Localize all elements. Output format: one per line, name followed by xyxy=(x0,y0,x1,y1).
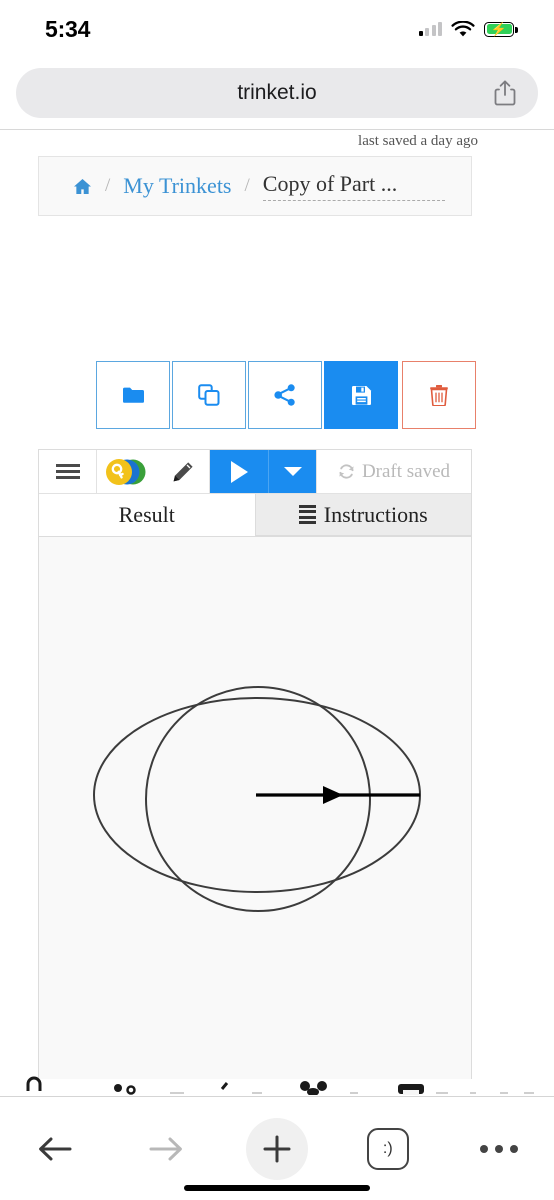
home-icon[interactable] xyxy=(73,178,92,195)
home-indicator xyxy=(184,1185,370,1191)
cutoff-footer-icons xyxy=(0,1073,554,1095)
url-text: trinket.io xyxy=(237,81,317,104)
tab-result[interactable]: Result xyxy=(39,494,255,536)
breadcrumb-separator-2: / xyxy=(244,175,250,196)
url-bar[interactable]: trinket.io xyxy=(16,68,538,118)
last-saved-label: last saved a day ago xyxy=(358,133,478,149)
draft-status-text: Draft saved xyxy=(361,460,451,482)
tab-instructions[interactable]: Instructions xyxy=(254,494,471,536)
pencil-icon[interactable] xyxy=(157,450,210,493)
list-icon xyxy=(298,504,316,525)
share-icon[interactable] xyxy=(494,80,516,106)
more-button[interactable] xyxy=(443,1117,554,1181)
copy-icon xyxy=(198,384,220,406)
turtle-graphics-drawing xyxy=(93,686,421,912)
tab-result-label: Result xyxy=(118,501,175,527)
breadcrumb: / My Trinkets / Copy of Part ... xyxy=(38,156,472,216)
trinket-embed: Draft saved Result Instructions xyxy=(38,449,472,1079)
refresh-icon xyxy=(339,464,354,479)
trinket-title-field[interactable]: Copy of Part ... xyxy=(262,171,445,201)
share-button[interactable] xyxy=(248,361,322,429)
tabs-button[interactable]: :) xyxy=(332,1117,443,1181)
more-ellipsis-icon xyxy=(479,1144,518,1153)
share-nodes-icon xyxy=(274,384,295,406)
forward-button[interactable] xyxy=(111,1117,222,1181)
floppy-disk-icon xyxy=(351,385,371,405)
hamburger-menu-icon[interactable] xyxy=(39,450,97,493)
draft-status: Draft saved xyxy=(316,450,471,493)
battery-charging-icon: ⚡ xyxy=(484,21,518,37)
breadcrumb-separator-1: / xyxy=(105,175,111,196)
new-tab-button[interactable] xyxy=(222,1117,333,1181)
trinket-toolbar: Draft saved xyxy=(39,450,471,494)
result-canvas-panel[interactable] xyxy=(39,536,471,1079)
trinket-tab-bar: Result Instructions xyxy=(39,494,471,536)
wifi-icon xyxy=(451,20,475,36)
safari-bottom-toolbar: :) xyxy=(0,1096,554,1200)
chevron-down-icon[interactable] xyxy=(268,450,316,493)
forward-arrow-icon xyxy=(149,1137,183,1160)
safari-url-bar-container: trinket.io xyxy=(0,68,554,128)
folder-icon xyxy=(123,387,144,403)
save-button[interactable] xyxy=(324,361,398,429)
action-button-row xyxy=(96,361,476,429)
ios-status-bar: 5:34 ⚡ xyxy=(0,0,554,58)
tabs-label: :) xyxy=(382,1139,393,1157)
delete-button[interactable] xyxy=(402,361,476,429)
breadcrumb-my-trinkets[interactable]: My Trinkets xyxy=(123,173,231,199)
play-icon[interactable] xyxy=(210,450,268,493)
status-time: 5:34 xyxy=(45,15,91,42)
tab-instructions-label: Instructions xyxy=(323,501,428,527)
plus-icon xyxy=(245,1117,308,1180)
tabs-icon: :) xyxy=(366,1127,409,1170)
back-arrow-icon xyxy=(39,1137,72,1160)
trash-icon xyxy=(430,384,448,406)
trinket-logo-icon[interactable] xyxy=(97,450,157,493)
back-button[interactable] xyxy=(0,1117,111,1181)
web-page-content: last saved a day ago / My Trinkets / Cop… xyxy=(0,129,554,1079)
copy-button[interactable] xyxy=(172,361,246,429)
folder-button[interactable] xyxy=(96,361,170,429)
cellular-signal-icon xyxy=(418,22,442,36)
status-icons-group: ⚡ xyxy=(418,20,518,38)
